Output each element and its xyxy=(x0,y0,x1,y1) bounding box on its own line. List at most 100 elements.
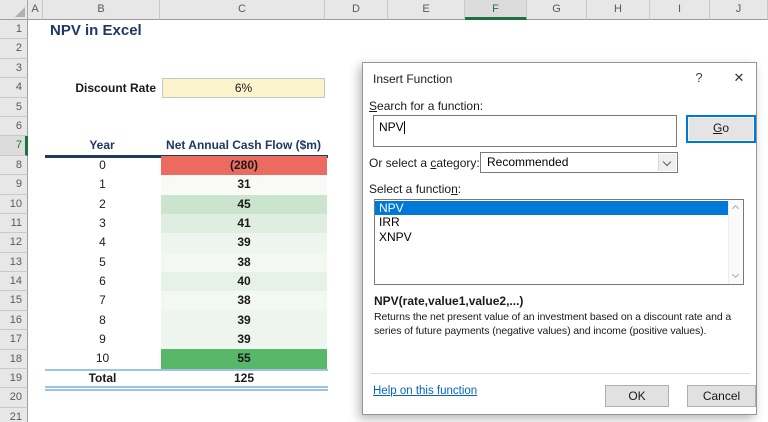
column-header-j[interactable]: J xyxy=(710,0,768,20)
row-header-3[interactable]: 3 xyxy=(0,58,28,79)
row-header-17[interactable]: 17 xyxy=(0,330,28,350)
table-row: 4 39 xyxy=(44,233,327,253)
row-header-13[interactable]: 13 xyxy=(0,252,28,273)
table-row: 10 55 xyxy=(44,349,327,369)
cashflow-cell[interactable]: 38 xyxy=(161,252,327,273)
function-item-irr[interactable]: IRR xyxy=(375,215,728,229)
cashflow-cell[interactable]: 41 xyxy=(161,214,327,234)
cashflow-cell[interactable]: 39 xyxy=(161,330,327,350)
discount-rate-cell[interactable]: 6% xyxy=(162,78,325,98)
total-label-cell[interactable]: Total xyxy=(44,369,161,387)
search-label-accelerator: S xyxy=(369,99,378,113)
cashflow-cell[interactable]: (280) xyxy=(161,156,327,176)
sheet-title[interactable]: NPV in Excel xyxy=(50,21,142,40)
total-bottom-border xyxy=(45,385,328,391)
cashflow-cell[interactable]: 55 xyxy=(161,349,327,369)
select-label-pre: Select a functio xyxy=(369,182,452,196)
table-row: 6 40 xyxy=(44,272,327,292)
cashflow-cell[interactable]: 45 xyxy=(161,194,327,215)
dialog-title: Insert Function xyxy=(373,72,453,86)
year-cell[interactable]: 5 xyxy=(44,253,161,272)
select-all-corner[interactable] xyxy=(0,0,28,20)
chevron-up-glyph xyxy=(731,204,740,213)
go-rest: o xyxy=(722,121,730,135)
select-label-rest: : xyxy=(457,182,462,196)
row-header-12[interactable]: 12 xyxy=(0,233,28,253)
function-listbox[interactable]: NPV IRR XNPV xyxy=(374,199,744,285)
row-header-1[interactable]: 1 xyxy=(0,20,28,40)
cashflow-cell[interactable]: 39 xyxy=(161,310,327,331)
column-header-e[interactable]: E xyxy=(388,0,465,20)
row-header-19[interactable]: 19 xyxy=(0,369,28,389)
total-value-cell[interactable]: 125 xyxy=(161,369,327,387)
year-cell[interactable]: 2 xyxy=(44,195,161,214)
table-row: 2 45 xyxy=(44,194,327,215)
row-header-15[interactable]: 15 xyxy=(0,291,28,311)
discount-rate-label[interactable]: Discount Rate xyxy=(44,78,156,98)
dialog-close-icon[interactable]: ✕ xyxy=(727,68,751,88)
column-header-h[interactable]: H xyxy=(587,0,650,20)
year-cell[interactable]: 0 xyxy=(44,156,161,175)
year-cell[interactable]: 9 xyxy=(44,330,161,349)
cashflow-cell[interactable]: 39 xyxy=(161,233,327,253)
cashflow-cell[interactable]: 31 xyxy=(161,175,327,195)
row-header-20[interactable]: 20 xyxy=(0,388,28,408)
row-headers: 1 2 3 4 5 6 7 8 9 10 11 12 13 14 15 16 1… xyxy=(0,20,28,422)
row-header-14[interactable]: 14 xyxy=(0,272,28,292)
scroll-down-icon[interactable] xyxy=(729,269,744,284)
listbox-scrollbar[interactable] xyxy=(728,200,743,284)
row-header-7-selected[interactable]: 7 xyxy=(0,136,28,156)
scroll-up-icon[interactable] xyxy=(729,200,744,215)
row-header-2[interactable]: 2 xyxy=(0,39,28,59)
year-cell[interactable]: 1 xyxy=(44,175,161,194)
category-dropdown[interactable]: Recommended xyxy=(480,152,678,173)
row-header-4[interactable]: 4 xyxy=(0,78,28,98)
select-function-label: Select a function: xyxy=(369,182,461,196)
row-header-10[interactable]: 10 xyxy=(0,194,28,214)
row-header-6[interactable]: 6 xyxy=(0,116,28,137)
category-label: Or select a category: xyxy=(369,156,480,170)
cashflow-cell[interactable]: 38 xyxy=(161,291,327,311)
category-dropdown-button[interactable] xyxy=(658,154,676,171)
column-headers: A B C D E F G H I J xyxy=(0,0,768,20)
table-header-cashflow[interactable]: Net Annual Cash Flow ($m) xyxy=(160,136,327,155)
table-row: 3 41 xyxy=(44,214,327,234)
year-cell[interactable]: 10 xyxy=(44,349,161,368)
function-item-npv[interactable]: NPV xyxy=(375,201,728,216)
year-cell[interactable]: 7 xyxy=(44,291,161,310)
row-header-21[interactable]: 21 xyxy=(0,407,28,422)
function-signature: NPV(rate,value1,value2,...) xyxy=(374,294,524,308)
row-header-18[interactable]: 18 xyxy=(0,349,28,370)
category-selected-value: Recommended xyxy=(487,155,569,169)
ok-button[interactable]: OK xyxy=(605,385,669,407)
row-header-11[interactable]: 11 xyxy=(0,213,28,234)
cancel-button[interactable]: Cancel xyxy=(687,385,756,407)
table-header-year[interactable]: Year xyxy=(44,136,160,155)
text-cursor xyxy=(403,121,405,134)
row-header-16[interactable]: 16 xyxy=(0,310,28,331)
go-button[interactable]: Go xyxy=(686,115,756,143)
year-cell[interactable]: 4 xyxy=(44,233,161,252)
column-header-f-selected[interactable]: F xyxy=(465,0,527,20)
dialog-help-icon[interactable]: ? xyxy=(687,68,711,88)
function-item-xnpv[interactable]: XNPV xyxy=(375,230,728,244)
dialog-divider xyxy=(371,373,750,374)
search-function-input[interactable]: NPV xyxy=(373,115,677,147)
column-header-g[interactable]: G xyxy=(527,0,587,20)
cashflow-cell[interactable]: 40 xyxy=(161,272,327,292)
row-header-5[interactable]: 5 xyxy=(0,97,28,117)
column-header-a[interactable]: A xyxy=(28,0,43,20)
chevron-down-icon xyxy=(662,157,672,167)
help-on-function-link[interactable]: Help on this function xyxy=(373,385,477,397)
year-cell[interactable]: 8 xyxy=(44,311,161,330)
row-header-9[interactable]: 9 xyxy=(0,175,28,195)
column-header-b[interactable]: B xyxy=(43,0,160,20)
row-header-8[interactable]: 8 xyxy=(0,155,28,176)
column-header-c[interactable]: C xyxy=(160,0,325,20)
column-header-d[interactable]: D xyxy=(325,0,388,20)
insert-function-dialog: Insert Function ? ✕ Search for a functio… xyxy=(362,62,757,415)
go-accelerator: G xyxy=(712,121,723,135)
year-cell[interactable]: 6 xyxy=(44,272,161,291)
column-header-i[interactable]: I xyxy=(650,0,710,20)
year-cell[interactable]: 3 xyxy=(44,214,161,233)
